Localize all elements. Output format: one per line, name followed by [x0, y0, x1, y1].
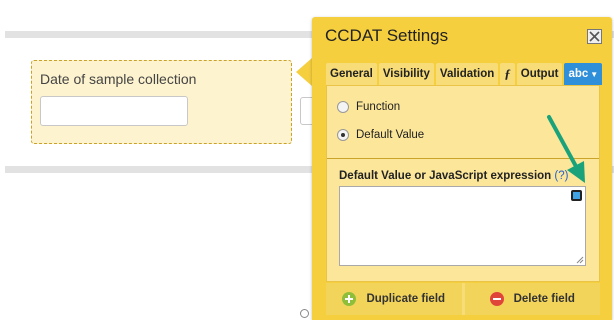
tab-abc-dropdown[interactable]: abc ▼	[564, 63, 603, 85]
function-label: Function	[356, 101, 401, 113]
help-link[interactable]: (?)	[554, 170, 568, 182]
expand-editor-icon[interactable]	[571, 190, 582, 201]
default-value-label: Default Value	[356, 129, 425, 141]
settings-panel: CCDAT Settings General Visibility Valida…	[312, 17, 612, 320]
function-option[interactable]: Function	[337, 101, 400, 113]
tab-general[interactable]: General	[326, 63, 377, 85]
tab-function[interactable]: ƒ	[500, 63, 515, 85]
divider	[327, 158, 599, 159]
chevron-down-icon: ▼	[590, 69, 599, 79]
panel-footer: Duplicate field Delete field	[326, 283, 600, 315]
expression-label: Default Value or JavaScript expression (…	[339, 170, 568, 182]
partial-control	[300, 309, 309, 318]
expression-textarea[interactable]	[339, 186, 586, 266]
plus-circle-icon	[342, 292, 357, 306]
minus-circle-icon	[489, 292, 504, 306]
delete-field-button[interactable]: Delete field	[464, 283, 600, 315]
tab-visibility[interactable]: Visibility	[378, 63, 434, 85]
panel-pointer	[296, 58, 312, 86]
delete-field-label: Delete field	[513, 293, 575, 305]
tab-validation[interactable]: Validation	[435, 63, 499, 85]
panel-title: CCDAT Settings	[325, 26, 449, 45]
form-field-card[interactable]: Date of sample collection	[31, 60, 292, 144]
default-value-radio[interactable]	[337, 129, 349, 141]
tab-output[interactable]: Output	[516, 63, 563, 85]
tab-abc-label: abc	[568, 68, 589, 80]
field-label: Date of sample collection	[40, 71, 197, 87]
date-input[interactable]	[40, 96, 188, 126]
default-value-option[interactable]: Default Value	[337, 129, 424, 141]
duplicate-field-button[interactable]: Duplicate field	[326, 283, 462, 315]
settings-tabs: General Visibility Validation ƒ Output a…	[326, 63, 603, 85]
expression-label-text: Default Value or JavaScript expression	[339, 170, 552, 182]
duplicate-field-label: Duplicate field	[366, 293, 446, 305]
function-radio[interactable]	[337, 101, 349, 113]
settings-content: Function Default Value Default Value or …	[326, 85, 600, 282]
close-icon[interactable]	[587, 29, 602, 44]
resize-handle-icon[interactable]	[576, 256, 584, 264]
